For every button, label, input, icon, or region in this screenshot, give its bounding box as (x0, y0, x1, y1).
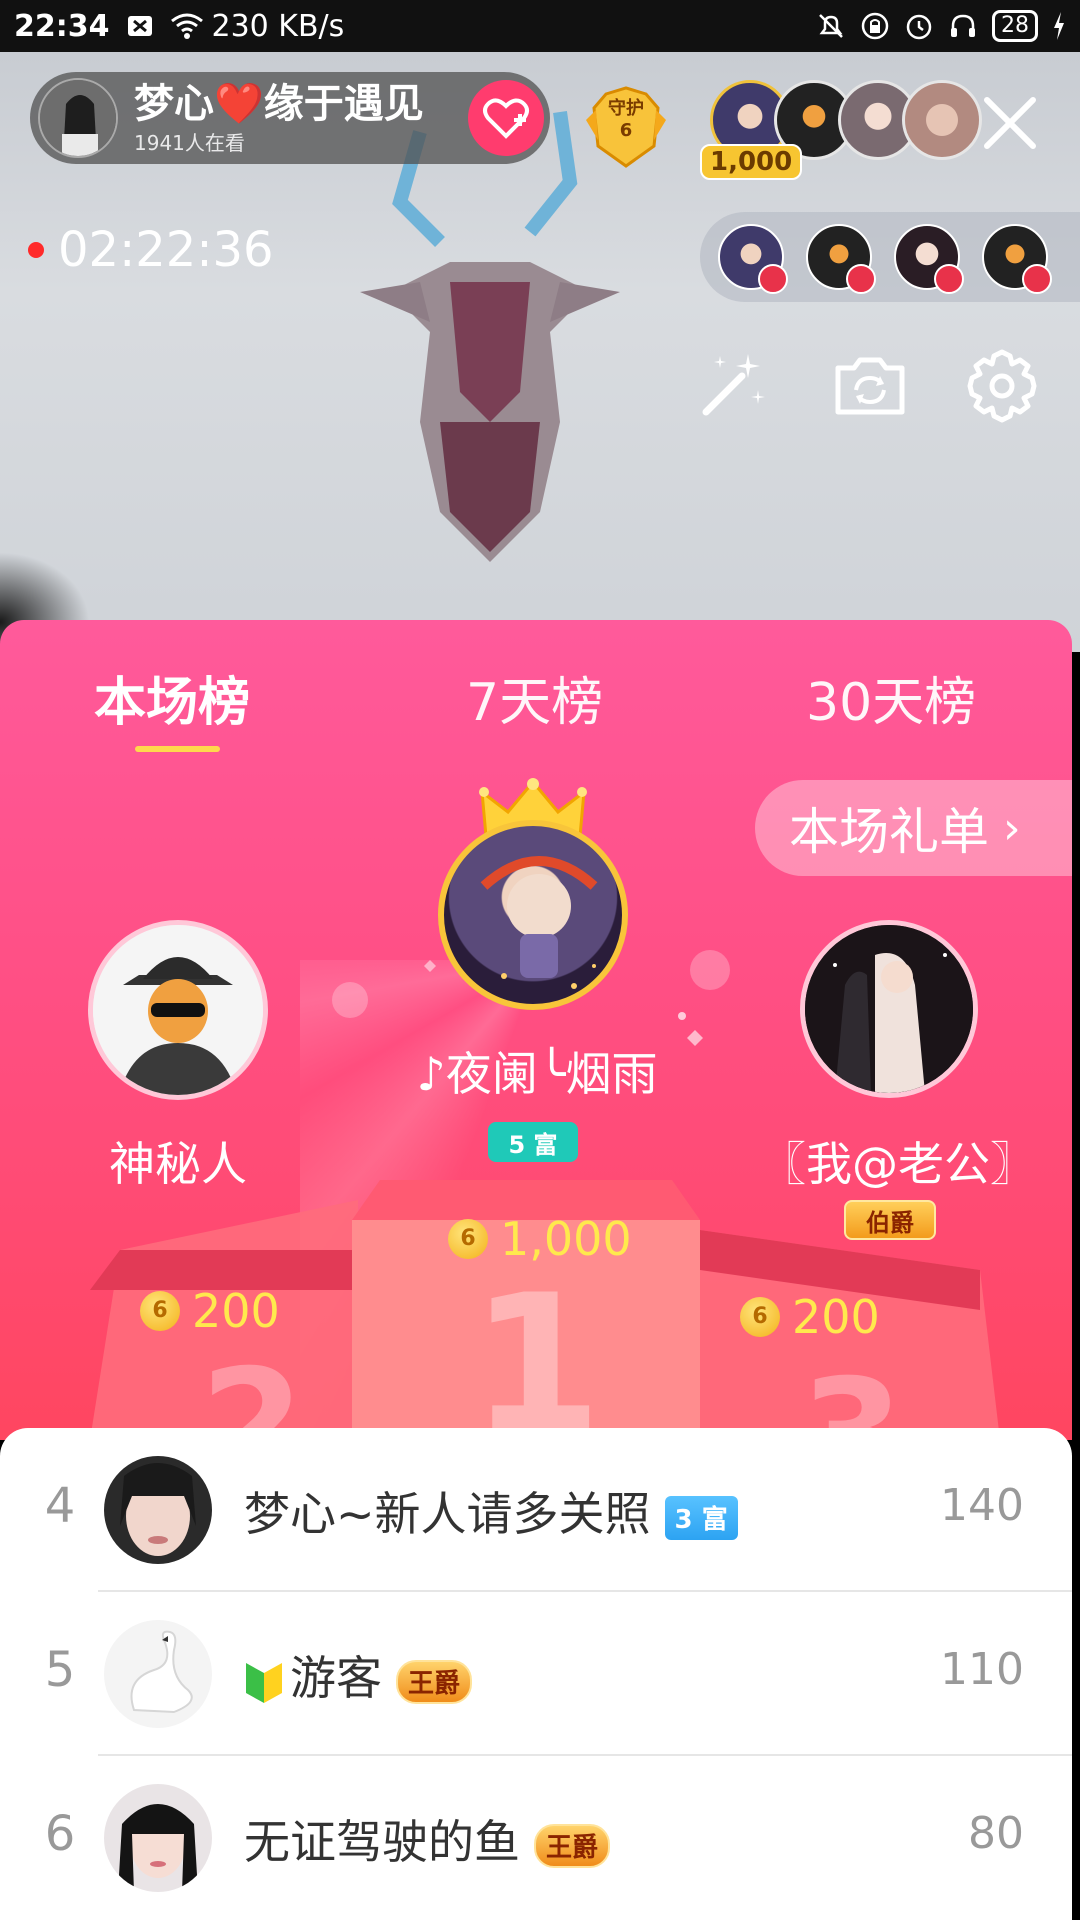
wifi-icon (170, 12, 204, 40)
first-place-name: ♪夜阑╰烟雨 (416, 1047, 658, 1101)
list-score: 140 (940, 1480, 1024, 1531)
second-place-avatar[interactable] (88, 920, 268, 1100)
top-viewer-count-badge: 1,000 (700, 144, 803, 180)
list-name: 游客 (290, 1651, 382, 1705)
settings-gear-icon[interactable] (962, 346, 1042, 426)
beauty-wand-icon[interactable] (692, 346, 772, 426)
headphones-icon (951, 14, 975, 37)
list-avatar[interactable] (104, 1784, 212, 1892)
tab-7-days[interactable]: 7天榜 (466, 660, 603, 735)
ranking-list: 4 梦心~新人请多关照 3 富 140 5 游客 王爵 110 6 无证驾驶的鱼… (0, 1428, 1072, 1920)
third-place-amount-row: 6 200 (740, 1290, 880, 1344)
list-name: 无证驾驶的鱼 (244, 1815, 520, 1869)
first-place-level-badge: 5 富 (488, 1122, 578, 1162)
list-avatar[interactable] (104, 1456, 212, 1564)
heart-plus-icon (483, 98, 529, 139)
rank-number: 4 (44, 1478, 76, 1534)
rank-number: 5 (44, 1642, 76, 1698)
podium-number-2: 2 (200, 1338, 305, 1440)
list-score: 80 (968, 1808, 1024, 1859)
list-item[interactable]: 4 梦心~新人请多关照 3 富 140 (0, 1428, 1072, 1592)
first-place-avatar[interactable] (438, 820, 628, 1010)
flip-camera-icon[interactable] (830, 346, 910, 426)
alarm-icon (906, 14, 932, 40)
newbie-badge-icon (246, 1662, 282, 1703)
top-viewer-avatar[interactable] (902, 80, 982, 160)
tab-30-days[interactable]: 30天榜 (806, 660, 976, 735)
noble-rank-badge: 王爵 (534, 1823, 611, 1868)
third-place-amount: 200 (792, 1290, 880, 1344)
seat-avatar[interactable] (982, 224, 1052, 294)
rank-number: 6 (44, 1806, 76, 1862)
list-item[interactable]: 6 无证驾驶的鱼 王爵 80 (0, 1756, 1072, 1920)
mute-bell-icon (819, 14, 843, 38)
coin-icon: 6 (448, 1219, 488, 1259)
tab-current-session[interactable]: 本场榜 (94, 660, 250, 735)
ranking-panel: 本场榜 7天榜 30天榜 本场礼单 › 1 2 3 ♪夜阑╰烟雨 5 富 6 1… (0, 620, 1072, 1440)
status-bar: 22:34 230 KB/s 28 (0, 0, 1080, 52)
third-place-avatar[interactable] (800, 920, 978, 1098)
third-place-rank-badge: 伯爵 (844, 1200, 936, 1240)
close-icon[interactable] (975, 88, 1045, 158)
third-place-name: 〖我@老公〗 (760, 1137, 1036, 1191)
wealth-level-badge: 3 富 (664, 1495, 738, 1540)
active-tab-indicator (135, 746, 220, 752)
list-score: 110 (940, 1644, 1024, 1695)
status-icons-right: 28 (816, 10, 1066, 42)
gift-list-label: 本场礼单 (789, 803, 989, 861)
noble-rank-badge: 王爵 (396, 1659, 473, 1704)
notification-icon (126, 12, 154, 40)
sofa-icon (1022, 264, 1052, 294)
second-place-name: 神秘人 (109, 1137, 247, 1191)
follow-button[interactable] (468, 80, 544, 156)
sofa-icon (846, 264, 876, 294)
list-name: 梦心~新人请多关照 (244, 1487, 651, 1541)
viewer-count: 1941人在看 (134, 130, 245, 155)
battery-indicator: 28 (992, 10, 1038, 42)
seat-avatar[interactable] (806, 224, 876, 294)
list-name-row: 梦心~新人请多关照 3 富 (244, 1478, 738, 1544)
coin-icon: 6 (140, 1291, 180, 1331)
list-name-row: 无证驾驶的鱼 王爵 (244, 1806, 611, 1872)
host-name: 梦心❤️缘于遇见 (134, 80, 424, 127)
live-timer: 02:22:36 (28, 222, 274, 278)
seat-avatar[interactable] (718, 224, 788, 294)
battery-level: 28 (1001, 13, 1029, 38)
seat-avatar[interactable] (894, 224, 964, 294)
guard-label: 守护 6 (580, 98, 672, 142)
host-info-pill[interactable]: 梦心❤️缘于遇见 1941人在看 (30, 72, 550, 164)
network-speed: 230 KB/s (211, 8, 345, 44)
sofa-icon (758, 264, 788, 294)
list-item[interactable]: 5 游客 王爵 110 (0, 1592, 1072, 1756)
status-time: 22:34 (14, 8, 110, 44)
charging-icon (1054, 12, 1064, 40)
live-room-screen: 22:34 230 KB/s 28 梦心❤️缘于遇见 1941人在看 守护 6 … (0, 0, 1080, 1920)
list-avatar[interactable] (104, 1620, 212, 1728)
first-place-amount: 1,000 (500, 1212, 632, 1266)
guard-badge[interactable]: 守护 6 (580, 80, 672, 172)
first-place-amount-row: 6 1,000 (448, 1212, 632, 1266)
host-avatar[interactable] (38, 78, 118, 158)
second-place-amount: 200 (192, 1284, 280, 1338)
ranking-tabs: 本场榜 7天榜 30天榜 (0, 640, 1072, 752)
coin-icon: 6 (740, 1297, 780, 1337)
lock-rotation-icon (861, 12, 889, 40)
second-place-amount-row: 6 200 (140, 1284, 280, 1338)
timer-text: 02:22:36 (58, 222, 274, 278)
recording-dot-icon (28, 242, 44, 258)
list-name-row: 游客 王爵 (244, 1642, 473, 1708)
host-text: 梦心❤️缘于遇见 1941人在看 (118, 72, 424, 164)
guest-seats (700, 212, 1080, 302)
gift-list-button[interactable]: 本场礼单 › (755, 780, 1072, 876)
chevron-right-icon: › (1003, 802, 1021, 854)
guard-count: 6 (619, 120, 633, 141)
podium-number-1: 1 (470, 1254, 603, 1441)
sofa-icon (934, 264, 964, 294)
